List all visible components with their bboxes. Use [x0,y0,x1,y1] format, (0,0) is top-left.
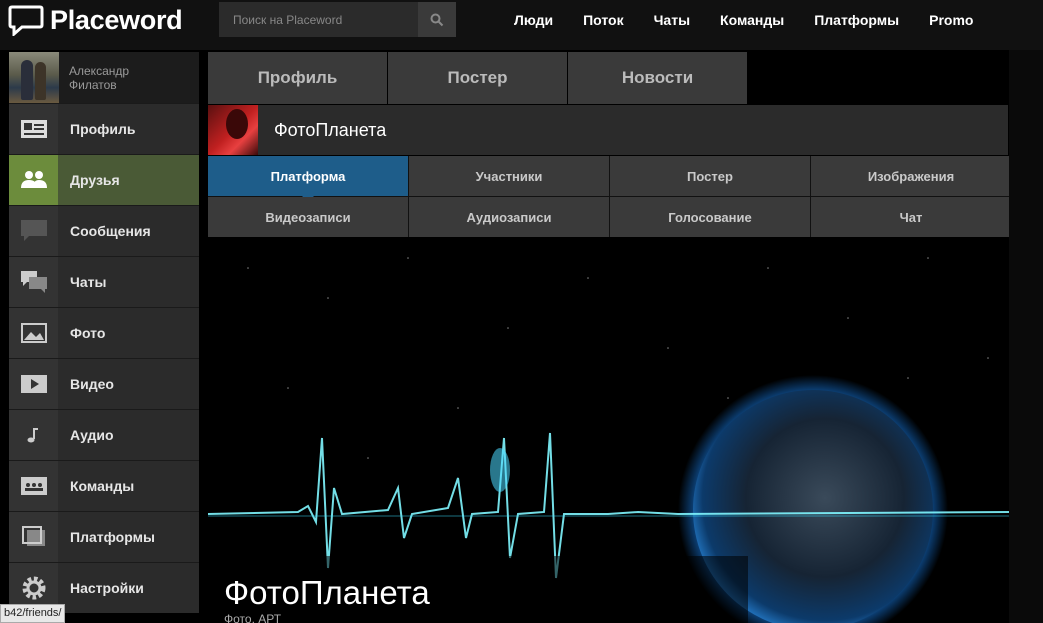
subtab-videos[interactable]: Видеозаписи [208,197,408,237]
top-bar: Placeword Люди Поток Чаты Команды Платфо… [0,0,1043,50]
subtab-platform[interactable]: Платформа [208,156,408,202]
sidebar-item-label: Друзья [70,172,120,188]
sidebar: Александр Филатов Профиль Друзья Сообщен… [9,52,199,613]
main-tabs: Профиль Постер Новости [208,52,748,104]
subtab-chat[interactable]: Чат [811,197,1011,237]
platform-header: ФотоПланета [208,105,1008,155]
sidebar-item-profile[interactable]: Профиль [9,103,199,154]
status-bar-url: b42/friends/ [0,604,66,623]
search-bar [219,2,456,37]
top-nav: Люди Поток Чаты Команды Платформы Promo [499,0,988,40]
sidebar-item-teams[interactable]: Команды [9,460,199,511]
tab-profile[interactable]: Профиль [208,52,387,104]
nav-stream[interactable]: Поток [583,12,624,28]
sidebar-item-label: Видео [70,376,114,392]
sidebar-item-friends[interactable]: Друзья [9,154,199,205]
avatar [9,52,59,103]
tab-news[interactable]: Новости [568,52,747,104]
search-button[interactable] [418,2,456,37]
video-icon [20,375,47,393]
sidebar-item-photo[interactable]: Фото [9,307,199,358]
sidebar-item-label: Профиль [70,121,136,137]
nav-promo[interactable]: Promo [929,12,973,28]
search-input[interactable] [219,2,418,37]
sidebar-item-label: Фото [70,325,106,341]
tab-poster[interactable]: Постер [388,52,567,104]
sidebar-item-video[interactable]: Видео [9,358,199,409]
platform-thumbnail[interactable] [208,105,258,155]
nav-platforms[interactable]: Платформы [814,12,899,28]
platform-title[interactable]: ФотоПланета [274,120,386,141]
platform-sub-tabs: Платформа Участники Постер Изображения В… [208,156,1011,237]
sidebar-item-platforms[interactable]: Платформы [9,511,199,562]
platforms-icon [21,526,45,546]
user-card[interactable]: Александр Филатов [9,52,199,103]
right-gutter [1009,50,1043,623]
subtab-poster[interactable]: Постер [610,156,810,196]
subtab-voting[interactable]: Голосование [610,197,810,237]
sidebar-item-label: Настройки [70,580,144,596]
sidebar-item-label: Аудио [70,427,114,443]
subtab-members[interactable]: Участники [409,156,609,196]
nav-chats[interactable]: Чаты [654,12,690,28]
friends-icon [20,171,47,188]
photo-icon [20,323,47,343]
chats-icon [20,271,47,293]
logo-text: Placeword [50,4,183,35]
user-name: Александр Филатов [69,63,130,92]
profile-card-icon [20,120,47,138]
logo[interactable]: Placeword [8,4,183,36]
banner-subtitle: Фото, АРТ [224,612,282,623]
search-icon [430,13,444,26]
nav-people[interactable]: Люди [514,12,553,28]
message-icon [20,220,47,241]
audio-icon [20,425,47,445]
speech-bubble-logo-icon [8,5,44,36]
sidebar-item-messages[interactable]: Сообщения [9,205,199,256]
nav-teams[interactable]: Команды [720,12,784,28]
platform-banner: ФотоПланета Фото, АРТ [208,238,1009,623]
sidebar-item-label: Чаты [70,274,107,290]
sidebar-item-audio[interactable]: Аудио [9,409,199,460]
sidebar-item-label: Сообщения [70,223,151,239]
gear-icon [22,576,45,600]
sidebar-item-label: Команды [70,478,135,494]
sidebar-item-chats[interactable]: Чаты [9,256,199,307]
subtab-images[interactable]: Изображения [811,156,1011,196]
teams-icon [20,477,47,495]
banner-title: ФотоПланета [224,574,430,611]
sidebar-item-label: Платформы [70,529,155,545]
subtab-audio[interactable]: Аудиозаписи [409,197,609,237]
